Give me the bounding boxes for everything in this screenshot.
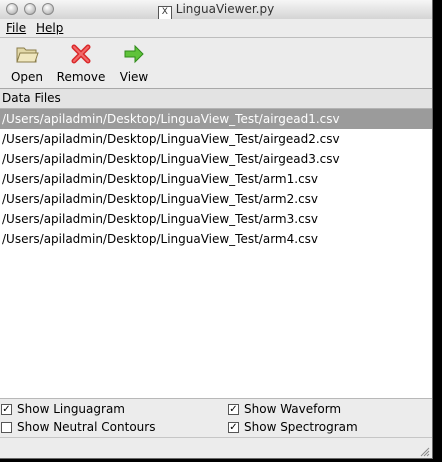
file-list[interactable]: /Users/apiladmin/Desktop/LinguaView_Test… [0, 109, 432, 399]
file-row[interactable]: /Users/apiladmin/Desktop/LinguaView_Test… [0, 149, 432, 169]
remove-button[interactable]: Remove [56, 42, 106, 84]
folder-open-icon [16, 47, 39, 63]
show-spectrogram-checkbox[interactable]: ✓ [228, 422, 239, 433]
file-path: /Users/apiladmin/Desktop/LinguaView_Test… [2, 232, 319, 246]
show-neutral-contours-checkbox[interactable] [1, 422, 12, 433]
display-options: ✓ Show Linguagram Show Neutral Contours … [0, 399, 432, 437]
file-row[interactable]: /Users/apiladmin/Desktop/LinguaView_Test… [0, 129, 432, 149]
window-title: LinguaViewer.py [175, 2, 275, 16]
show-neutral-contours-label: Show Neutral Contours [17, 420, 156, 434]
menu-help[interactable]: Help [36, 21, 63, 35]
menu-help-label: Help [36, 21, 64, 35]
file-row[interactable]: /Users/apiladmin/Desktop/LinguaView_Test… [0, 189, 432, 209]
arrow-right-icon [124, 44, 144, 64]
toolbar: Open Remove View [0, 38, 432, 89]
open-button[interactable]: Open [10, 42, 44, 84]
show-waveform-label: Show Waveform [244, 402, 342, 416]
menu-file[interactable]: File [6, 21, 26, 35]
file-path: /Users/apiladmin/Desktop/LinguaView_Test… [2, 172, 319, 186]
menu-file-label: File [6, 21, 27, 35]
show-spectrogram-label: Show Spectrogram [244, 420, 358, 434]
file-path: /Users/apiladmin/Desktop/LinguaView_Test… [2, 132, 340, 146]
file-path: /Users/apiladmin/Desktop/LinguaView_Test… [2, 212, 319, 226]
file-row[interactable]: /Users/apiladmin/Desktop/LinguaView_Test… [0, 229, 432, 249]
file-path: /Users/apiladmin/Desktop/LinguaView_Test… [2, 192, 319, 206]
data-files-title: Data Files [2, 91, 61, 105]
file-row[interactable]: /Users/apiladmin/Desktop/LinguaView_Test… [0, 169, 432, 189]
menu-bar: File Help [0, 19, 432, 38]
file-path: /Users/apiladmin/Desktop/LinguaView_Test… [2, 152, 340, 166]
data-files-header: Data Files [0, 89, 432, 109]
window-title-group: X LinguaViewer.py [0, 2, 432, 20]
resize-grip-icon[interactable] [418, 445, 430, 457]
status-bar [0, 437, 432, 458]
show-waveform-checkbox[interactable]: ✓ [228, 404, 239, 415]
show-linguagram-checkbox[interactable]: ✓ [1, 404, 12, 415]
file-path: /Users/apiladmin/Desktop/LinguaView_Test… [2, 112, 340, 126]
show-linguagram-label: Show Linguagram [17, 402, 125, 416]
x11-icon: X [157, 6, 172, 20]
app-window: X LinguaViewer.py File Help Open Remove V… [0, 0, 433, 459]
view-button[interactable]: View [118, 42, 150, 84]
open-label: Open [10, 70, 44, 84]
remove-x-icon [71, 44, 91, 64]
view-label: View [119, 70, 149, 84]
file-row[interactable]: /Users/apiladmin/Desktop/LinguaView_Test… [0, 209, 432, 229]
file-row[interactable]: /Users/apiladmin/Desktop/LinguaView_Test… [0, 109, 432, 129]
title-bar[interactable]: X LinguaViewer.py [0, 0, 432, 20]
remove-label: Remove [56, 70, 106, 84]
